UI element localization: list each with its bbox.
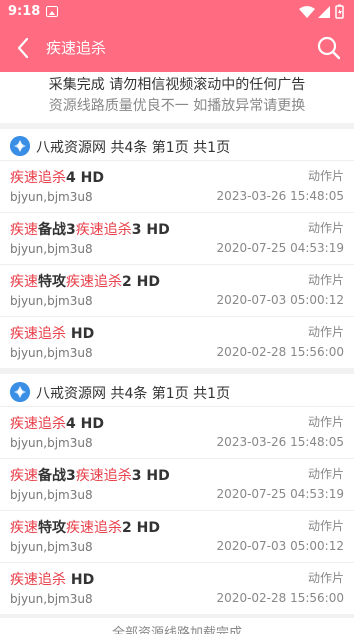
list-item[interactable]: 疾速追杀4 HD 动作片 bjyun,bjm3u8 2023-03-26 15:…	[0, 160, 354, 211]
list-item[interactable]: 疾速追杀 HD 动作片 bjyun,bjm3u8 2020-02-28 15:5…	[0, 562, 354, 613]
load-complete-footer: 全部资源线路加载完成	[111, 626, 242, 634]
section-divider	[0, 614, 354, 618]
list-item[interactable]: 疾速备战3疾速追杀3 HD 动作片 bjyun,bjm3u8 2020-07-2…	[0, 458, 354, 509]
app-bar: 疾速追杀	[0, 24, 354, 72]
item-category: 动作片	[307, 169, 344, 183]
source-icon	[10, 382, 30, 402]
item-date: 2023-03-26 15:48:05	[216, 189, 344, 203]
list-item[interactable]: 疾速备战3疾速追杀3 HD 动作片 bjyun,bjm3u8 2020-07-2…	[0, 212, 354, 263]
status-bar: 9:18	[0, 0, 354, 24]
item-title: 疾速追杀 HD	[10, 572, 95, 588]
list-item[interactable]: 疾速追杀 HD 动作片 bjyun,bjm3u8 2020-02-28 15:5…	[0, 316, 354, 367]
item-title: 疾速特攻疾速追杀2 HD	[10, 520, 160, 536]
section-divider	[0, 123, 354, 129]
item-tags: bjyun,bjm3u8	[10, 540, 93, 554]
wifi-icon	[299, 6, 315, 18]
section-divider	[0, 368, 354, 374]
list-item[interactable]: 疾速追杀4 HD 动作片 bjyun,bjm3u8 2023-03-26 15:…	[0, 406, 354, 457]
item-title: 疾速备战3疾速追杀3 HD	[10, 222, 170, 238]
item-title: 疾速追杀4 HD	[10, 170, 104, 186]
page-title: 疾速追杀	[46, 39, 107, 57]
item-tags: bjyun,bjm3u8	[10, 346, 93, 360]
item-category: 动作片	[307, 221, 344, 235]
item-date: 2020-07-03 05:00:12	[216, 293, 344, 307]
source-group-header: 八戒资源网 共4条 第1页 共1页	[0, 376, 354, 408]
item-tags: bjyun,bjm3u8	[10, 488, 93, 502]
item-title: 疾速备战3疾速追杀3 HD	[10, 468, 170, 484]
item-date: 2020-07-03 05:00:12	[216, 539, 344, 553]
battery-icon	[335, 4, 344, 19]
list-item[interactable]: 疾速特攻疾速追杀2 HD 动作片 bjyun,bjm3u8 2020-07-03…	[0, 510, 354, 561]
source-name: 八戒资源网 共4条 第1页 共1页	[36, 386, 231, 402]
source-name: 八戒资源网 共4条 第1页 共1页	[36, 140, 231, 156]
signal-icon	[318, 6, 330, 18]
source-group-header: 八戒资源网 共4条 第1页 共1页	[0, 130, 354, 162]
notice-banner: 采集完成 请勿相信视频滚动中的任何广告 资源线路质量优良不一 如播放异常请更换	[0, 75, 354, 117]
search-icon[interactable]	[316, 35, 342, 61]
item-category: 动作片	[307, 467, 344, 481]
item-date: 2020-02-28 15:56:00	[216, 345, 344, 359]
system-status-icons	[299, 4, 344, 19]
item-date: 2020-07-25 04:53:19	[216, 241, 344, 255]
image-notification-icon	[46, 6, 58, 17]
item-category: 动作片	[307, 273, 344, 287]
item-title: 疾速特攻疾速追杀2 HD	[10, 274, 160, 290]
list-item[interactable]: 疾速特攻疾速追杀2 HD 动作片 bjyun,bjm3u8 2020-07-03…	[0, 264, 354, 315]
back-arrow-icon[interactable]	[12, 36, 36, 60]
item-category: 动作片	[307, 519, 344, 533]
item-tags: bjyun,bjm3u8	[10, 294, 93, 308]
item-tags: bjyun,bjm3u8	[10, 242, 93, 256]
item-category: 动作片	[307, 325, 344, 339]
notice-line-1: 采集完成 请勿相信视频滚动中的任何广告	[48, 77, 306, 93]
item-title: 疾速追杀4 HD	[10, 416, 104, 432]
notice-line-2: 资源线路质量优良不一 如播放异常请更换	[48, 98, 306, 114]
item-date: 2023-03-26 15:48:05	[216, 435, 344, 449]
item-tags: bjyun,bjm3u8	[10, 592, 93, 606]
item-tags: bjyun,bjm3u8	[10, 190, 93, 204]
status-time: 9:18	[8, 4, 41, 19]
item-category: 动作片	[307, 571, 344, 585]
item-date: 2020-02-28 15:56:00	[216, 591, 344, 605]
item-date: 2020-07-25 04:53:19	[216, 487, 344, 501]
source-icon	[10, 136, 30, 156]
item-tags: bjyun,bjm3u8	[10, 436, 93, 450]
item-category: 动作片	[307, 415, 344, 429]
item-title: 疾速追杀 HD	[10, 326, 95, 342]
